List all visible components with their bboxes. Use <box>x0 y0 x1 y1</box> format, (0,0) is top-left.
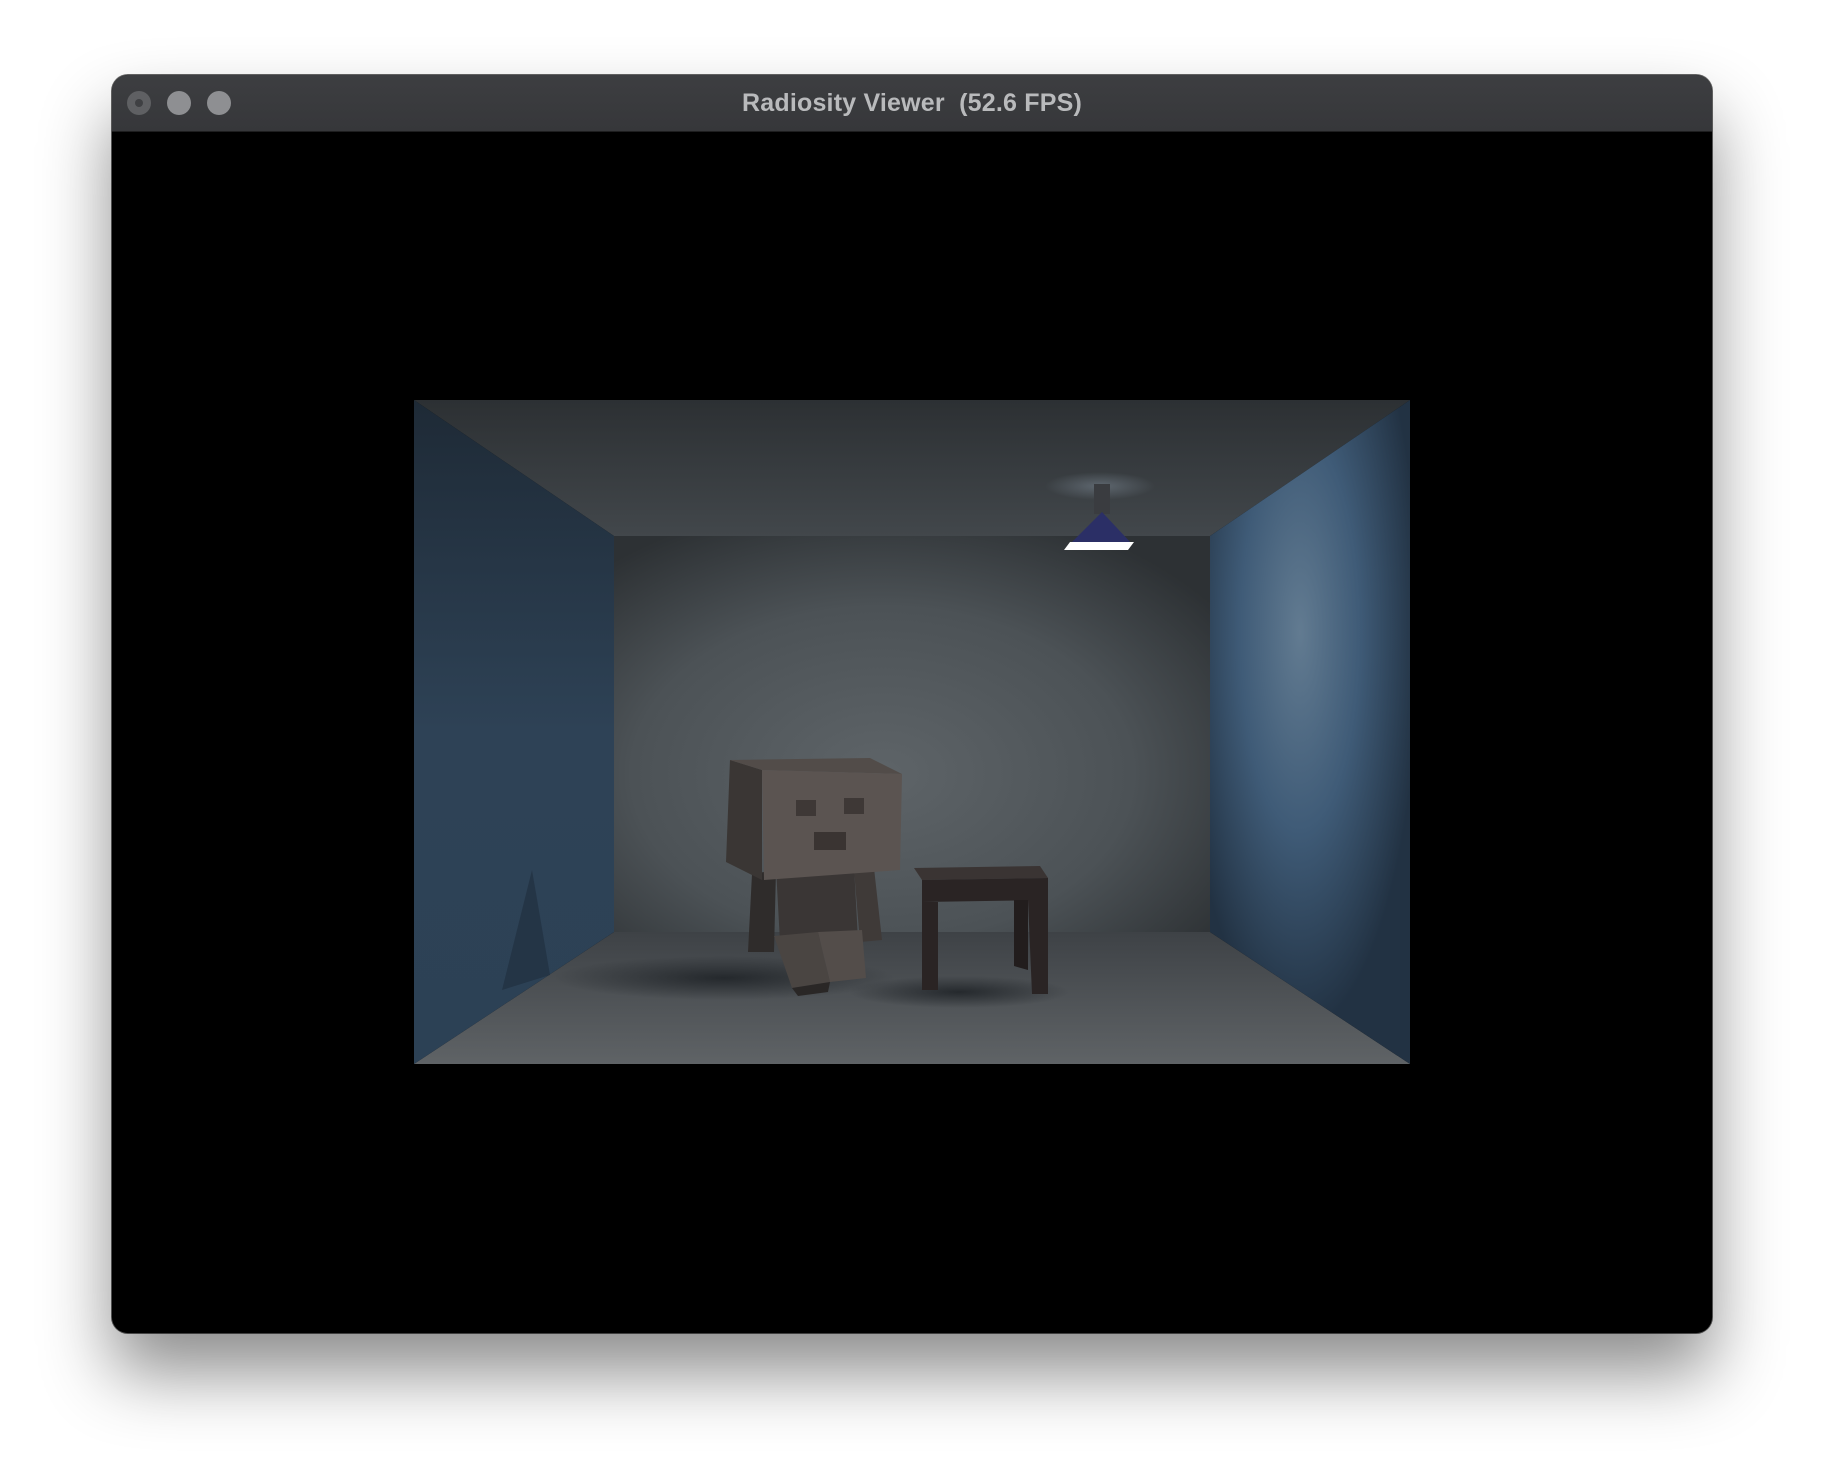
render-viewport[interactable] <box>112 132 1712 1333</box>
radiosity-scene <box>414 400 1410 1064</box>
app-window: Radiosity Viewer (52.6 FPS) <box>112 75 1712 1333</box>
back-wall <box>614 536 1210 932</box>
title-bar[interactable]: Radiosity Viewer (52.6 FPS) <box>112 75 1712 132</box>
window-title: Radiosity Viewer (52.6 FPS) <box>742 89 1082 117</box>
